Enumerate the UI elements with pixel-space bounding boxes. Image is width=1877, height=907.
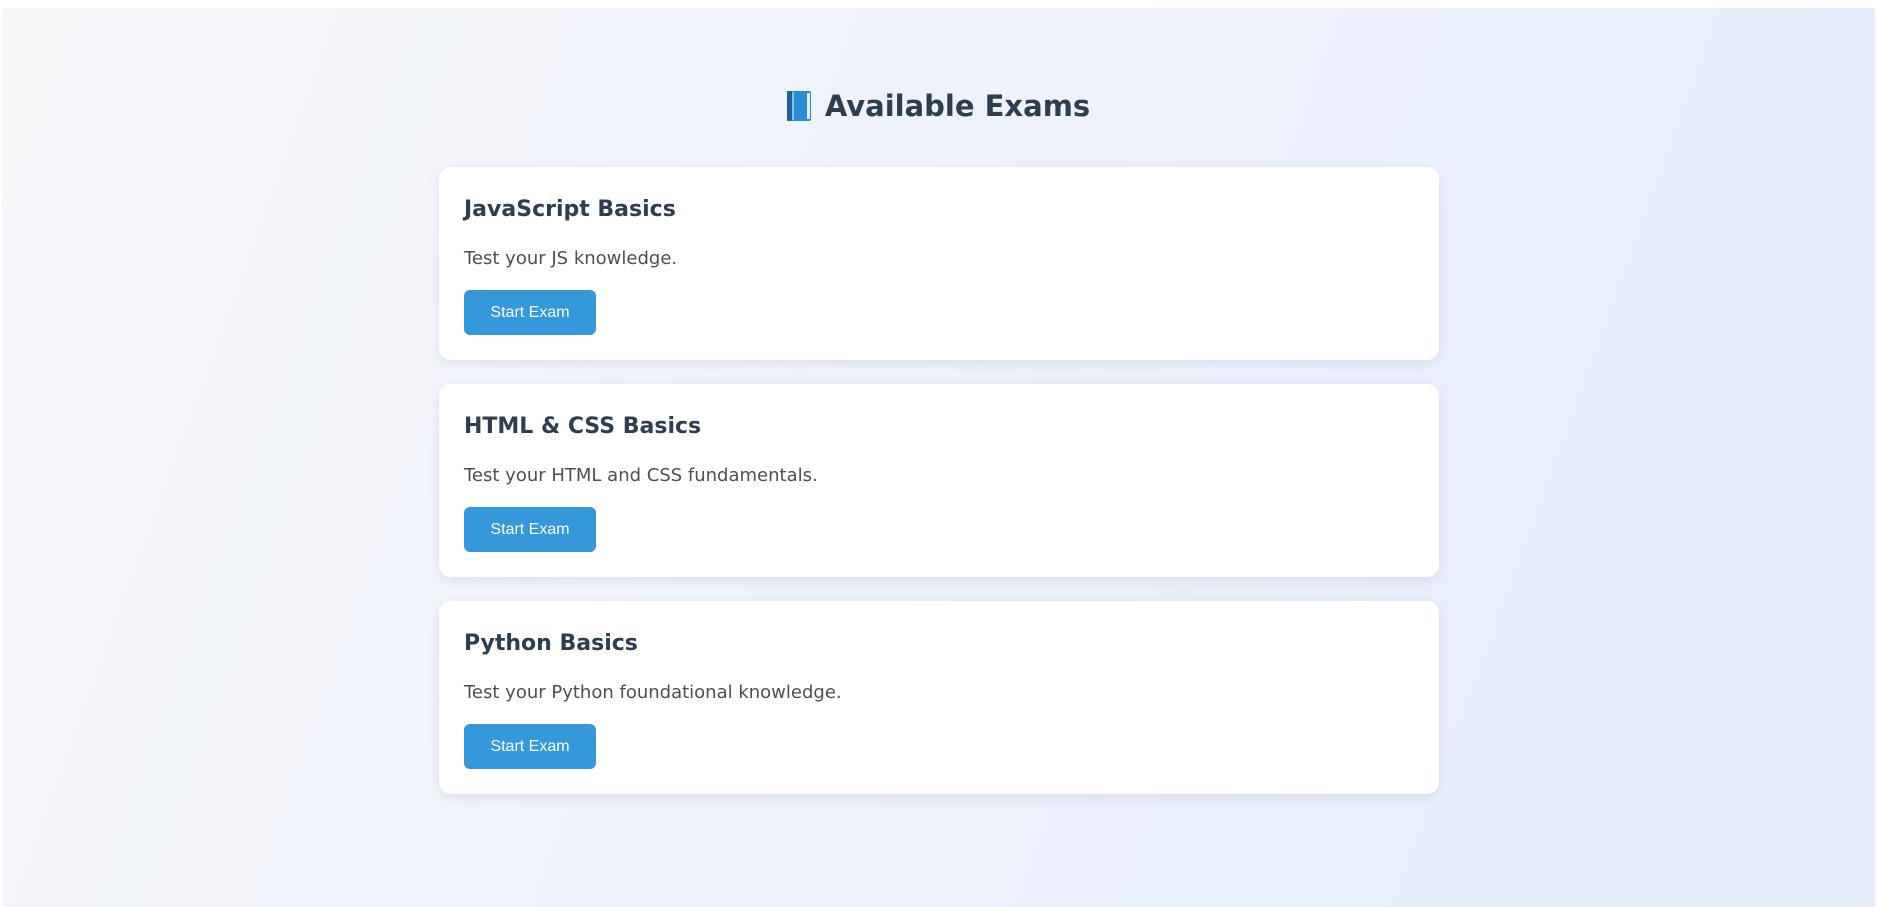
page-title-text: Available Exams <box>824 89 1091 123</box>
page-background: Available Exams JavaScript Basics Test y… <box>2 8 1875 907</box>
exam-description: Test your Python foundational knowledge. <box>464 682 842 703</box>
exam-title: JavaScript Basics <box>464 197 676 222</box>
exam-description: Test your HTML and CSS fundamentals. <box>464 465 818 486</box>
page-title: Available Exams <box>2 86 1875 126</box>
start-exam-button[interactable]: Start Exam <box>464 507 596 552</box>
exam-card-javascript: JavaScript Basics Test your JS knowledge… <box>439 167 1439 360</box>
start-exam-button[interactable]: Start Exam <box>464 724 596 769</box>
exam-description: Test your JS knowledge. <box>464 248 678 269</box>
exam-title: Python Basics <box>464 631 638 656</box>
exam-title: HTML & CSS Basics <box>464 414 702 439</box>
exam-card-html-css: HTML & CSS Basics Test your HTML and CSS… <box>439 384 1439 577</box>
start-exam-button[interactable]: Start Exam <box>464 290 596 335</box>
blue-book-icon <box>786 91 811 121</box>
exam-card-python: Python Basics Test your Python foundatio… <box>439 601 1439 794</box>
exam-list: JavaScript Basics Test your JS knowledge… <box>439 167 1439 818</box>
